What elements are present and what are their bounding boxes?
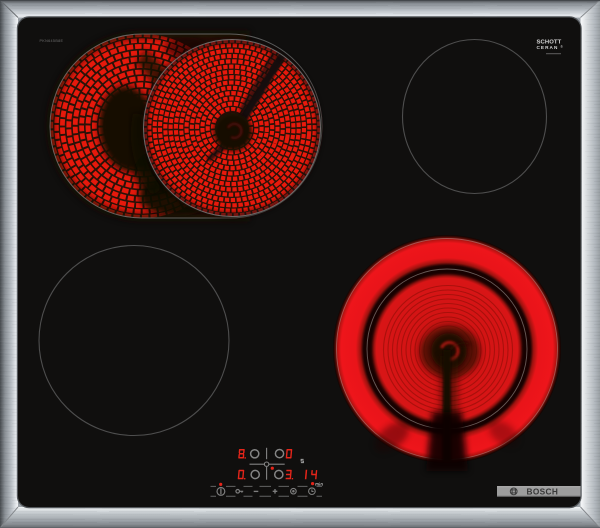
svg-text:BOSCH: BOSCH	[527, 486, 559, 496]
svg-text:PKN645B8E: PKN645B8E	[40, 39, 64, 43]
svg-text:CERAN: CERAN	[537, 45, 559, 50]
